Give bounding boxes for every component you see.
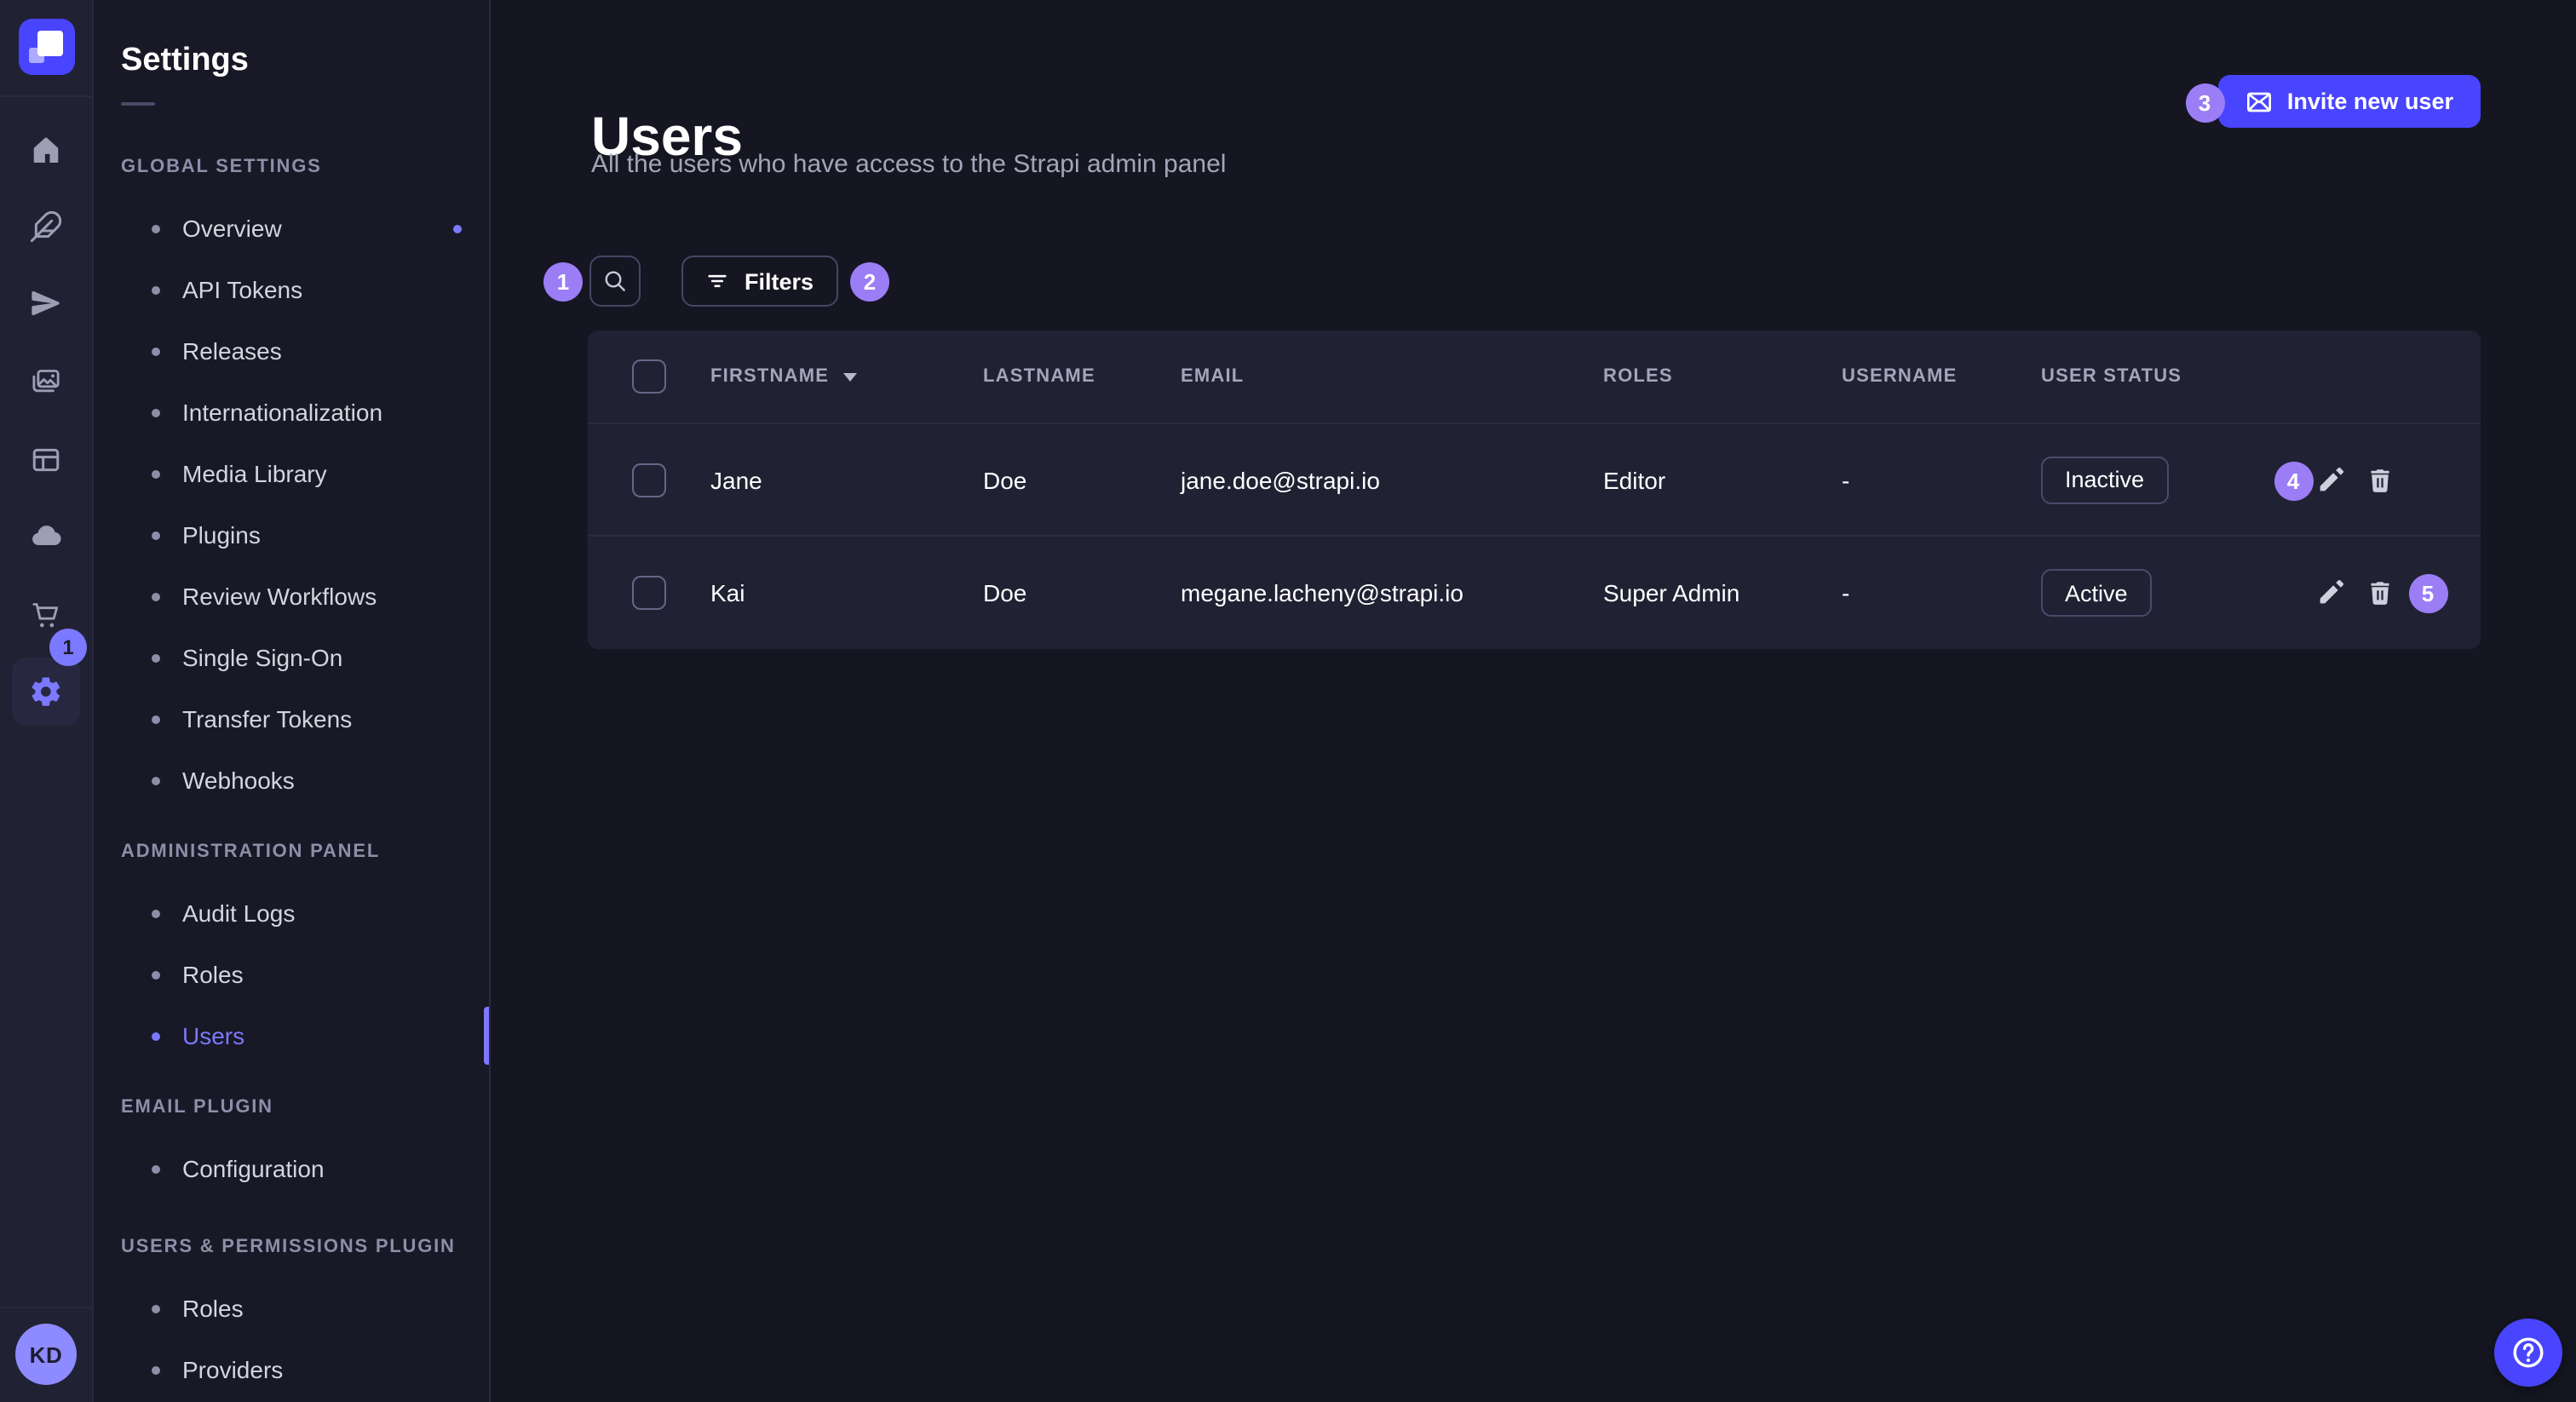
cloud-icon[interactable] — [12, 503, 80, 571]
sidebar-item-configuration[interactable]: Configuration — [94, 1138, 489, 1199]
annotation-badge-3: 3 — [2185, 83, 2224, 123]
cell-lastname: Doe — [983, 466, 1181, 493]
home-icon[interactable] — [12, 116, 80, 184]
question-mark-icon — [2510, 1334, 2547, 1371]
strapi-logo[interactable] — [19, 19, 75, 75]
divider — [0, 1307, 92, 1308]
paper-plane-icon[interactable] — [12, 269, 80, 337]
title-underline — [121, 102, 155, 106]
sidebar-item-up-roles[interactable]: Roles — [94, 1278, 489, 1339]
sidebar-item-admin-roles[interactable]: Roles — [94, 944, 489, 1005]
column-header-user-status: User status — [2041, 366, 2274, 387]
sidebar-item-users[interactable]: Users — [94, 1005, 489, 1066]
sidebar-item-audit-logs[interactable]: Audit Logs — [94, 882, 489, 944]
column-header-lastname: Lastname — [983, 366, 1181, 387]
section-header-users-permissions-plugin: Users & Permissions plugin — [94, 1216, 489, 1278]
column-header-username: Username — [1842, 366, 2041, 387]
cell-username: - — [1842, 579, 2041, 606]
settings-nav-list: Global settings Overview API Tokens Rele… — [94, 136, 489, 1400]
cell-username: - — [1842, 466, 2041, 493]
cell-roles: Super Admin — [1603, 579, 1842, 606]
search-icon — [601, 267, 629, 295]
invite-new-user-button[interactable]: Invite new user — [2219, 75, 2481, 128]
sidebar-item-transfer-tokens[interactable]: Transfer Tokens — [94, 688, 489, 750]
search-button[interactable] — [589, 256, 641, 307]
active-indicator — [484, 1007, 489, 1065]
sidebar-item-providers[interactable]: Providers — [94, 1339, 489, 1400]
users-table-card: Firstname Lastname Email Roles Username … — [588, 330, 2481, 649]
subnav-title: Settings — [121, 41, 249, 82]
avatar[interactable]: KD — [15, 1324, 77, 1385]
sidebar-item-releases[interactable]: Releases — [94, 320, 489, 382]
cell-firstname: Jane — [710, 466, 983, 493]
delete-trash-icon[interactable] — [2365, 465, 2395, 496]
row-checkbox[interactable] — [632, 463, 666, 497]
section-header-global-settings: Global settings — [94, 136, 489, 198]
notification-dot — [453, 224, 462, 233]
annotation-badge-4: 4 — [2274, 461, 2313, 500]
settings-subnav: Settings Global settings Overview API To… — [94, 0, 491, 1402]
annotation-badge-2: 2 — [850, 261, 889, 301]
section-header-email-plugin: Email Plugin — [94, 1077, 489, 1138]
help-button[interactable] — [2494, 1319, 2562, 1387]
cell-lastname: Doe — [983, 579, 1181, 606]
row-checkbox[interactable] — [632, 576, 666, 610]
sidebar-item-internationalization[interactable]: Internationalization — [94, 382, 489, 443]
main-content: Users All the users who have access to t… — [491, 0, 2576, 1402]
edit-pencil-icon[interactable] — [2315, 465, 2346, 496]
status-badge: Active — [2041, 569, 2152, 617]
sidebar-item-review-workflows[interactable]: Review Workflows — [94, 566, 489, 627]
table-row: Jane Doe jane.doe@strapi.io Editor - Ina… — [588, 424, 2481, 537]
sidebar-item-single-sign-on[interactable]: Single Sign-On — [94, 627, 489, 688]
column-header-firstname[interactable]: Firstname — [710, 366, 983, 387]
sidebar-item-plugins[interactable]: Plugins — [94, 504, 489, 566]
edit-pencil-icon[interactable] — [2315, 577, 2346, 608]
cell-roles: Editor — [1603, 466, 1842, 493]
cell-email: jane.doe@strapi.io — [1181, 466, 1603, 493]
layout-icon[interactable] — [12, 426, 80, 494]
gear-icon[interactable] — [12, 658, 80, 726]
sidebar-item-webhooks[interactable]: Webhooks — [94, 750, 489, 811]
column-header-roles: Roles — [1603, 366, 1842, 387]
column-header-email: Email — [1181, 366, 1603, 387]
select-all-checkbox[interactable] — [632, 359, 666, 394]
filter-icon — [705, 269, 729, 293]
delete-trash-icon[interactable] — [2365, 577, 2395, 608]
status-badge: Inactive — [2041, 456, 2168, 503]
strapi-logo-shape — [37, 31, 63, 56]
strapi-admin-window: 1 KD Settings Global settings Overview A… — [0, 0, 2576, 1402]
sidebar-item-media-library[interactable]: Media Library — [94, 443, 489, 504]
sort-caret-icon — [842, 372, 856, 381]
filters-button[interactable]: Filters — [681, 256, 837, 307]
pictures-icon[interactable] — [12, 348, 80, 416]
sidebar-item-overview[interactable]: Overview — [94, 198, 489, 259]
annotation-badge-5: 5 — [2408, 573, 2447, 612]
divider — [0, 95, 92, 97]
mail-icon — [2246, 88, 2274, 115]
cell-firstname: Kai — [710, 579, 983, 606]
cell-email: megane.lacheny@strapi.io — [1181, 579, 1603, 606]
icon-rail: 1 KD — [0, 0, 94, 1402]
feather-icon[interactable] — [12, 192, 80, 261]
section-header-administration-panel: Administration Panel — [94, 821, 489, 882]
sidebar-item-api-tokens[interactable]: API Tokens — [94, 259, 489, 320]
settings-notification-badge: 1 — [49, 629, 87, 666]
table-row: Kai Doe megane.lacheny@strapi.io Super A… — [588, 537, 2481, 649]
annotation-badge-1: 1 — [543, 261, 583, 301]
page-subtitle: All the users who have access to the Str… — [591, 150, 1226, 179]
table-header-row: Firstname Lastname Email Roles Username … — [588, 330, 2481, 424]
